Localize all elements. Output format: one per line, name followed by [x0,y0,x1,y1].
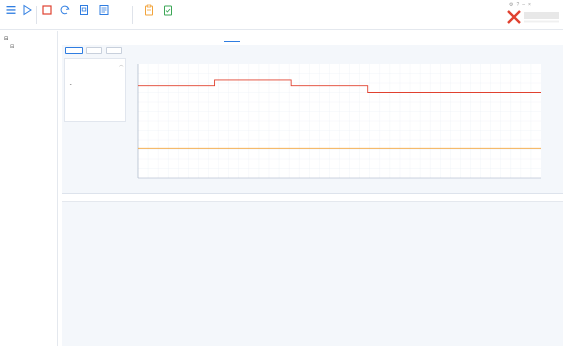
active-tab-indicator [224,41,240,42]
toolbar-refresh-button[interactable] [58,3,72,27]
collapse-up-icon[interactable]: ︿ [119,62,124,68]
monitor-panel: ︿ ⌄ [62,45,563,193]
toolbar-checklist-button[interactable] [161,3,175,27]
toolbar-clipboard-button[interactable] [142,3,156,27]
checklist-icon [164,5,172,16]
tab-bar [62,34,563,42]
line-chart [137,64,541,179]
company-logo [507,10,559,24]
toolbar-document-button[interactable] [77,3,91,27]
settings-panel: ︿ ⌄ [64,58,126,122]
tree-root-node[interactable]: ⊟ [4,36,8,42]
log-panel-header [62,194,563,202]
chevron-down-icon: ⌄ [69,81,73,86]
toolbar-stop-button[interactable] [40,3,54,27]
toolbar-report-button[interactable] [97,3,111,27]
toolbar-divider [36,6,37,24]
window-controls: ⚙?–× [509,2,534,8]
collapse-icon[interactable]: ⊟ [10,44,14,50]
toolbar-run-button[interactable] [20,3,34,27]
logo-tagline [524,20,559,23]
chart-grid [138,64,541,178]
main-toolbar: ⚙?–× [0,0,563,30]
field-select[interactable]: ⌄ [69,81,72,86]
collapse-icon[interactable]: ⊟ [4,36,8,42]
device-tree-sidebar: ⊟ ⊟ [0,31,58,346]
logo-wordmark [524,12,559,19]
toolbar-divider [132,6,133,24]
play-icon [23,4,32,16]
action-button[interactable] [86,47,102,54]
menu-icon [6,6,16,14]
clipboard-icon [145,4,153,16]
refresh-icon [60,5,70,15]
action-button[interactable] [106,47,122,54]
close-icon[interactable]: × [528,2,534,8]
report-icon [99,5,109,15]
document-icon [80,5,88,15]
log-panel [62,193,563,346]
tree-sub-node[interactable]: ⊟ [10,44,14,50]
toolbar-menu-button[interactable] [4,3,18,27]
stop-icon [42,5,52,15]
action-button[interactable] [65,47,83,54]
